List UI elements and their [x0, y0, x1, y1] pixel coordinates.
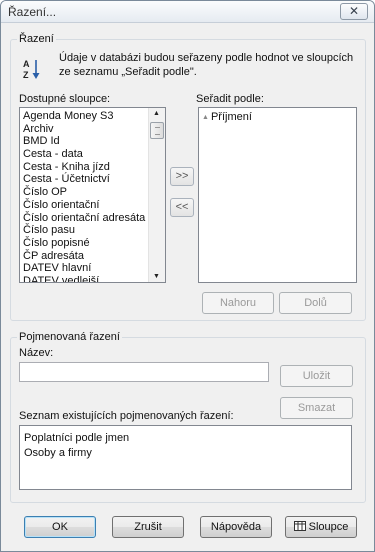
add-column-button[interactable]: >> — [170, 167, 194, 186]
available-columns-label: Dostupné sloupce: — [19, 93, 111, 105]
svg-text:Z: Z — [23, 70, 29, 80]
available-list-scrollbar[interactable]: ▲ ▼ — [148, 108, 165, 282]
svg-text:A: A — [23, 59, 30, 69]
sort-az-icon: A Z — [23, 59, 40, 80]
sort-description: Údaje v databázi budou seřazeny podle ho… — [59, 52, 354, 78]
named-sorts-list[interactable]: Poplatníci podle jmen Osoby a firmy — [19, 425, 352, 490]
columns-button-label: Sloupce — [308, 521, 349, 533]
delete-button[interactable]: Smazat — [280, 397, 353, 419]
available-column-item[interactable]: Číslo orientační — [23, 199, 147, 212]
available-column-item[interactable]: Cesta - data — [23, 148, 147, 161]
available-column-item[interactable]: Číslo OP — [23, 186, 147, 199]
available-column-item[interactable]: DATEV hlavní — [23, 262, 147, 275]
sort-dialog: Řazení... ✕ Řazení A Z Údaje v databázi … — [0, 0, 375, 552]
columns-button[interactable]: Sloupce — [285, 516, 357, 538]
available-column-item[interactable]: BMD Id — [23, 135, 147, 148]
available-column-item[interactable]: ČP adresáta — [23, 250, 147, 263]
name-label: Název: — [19, 347, 54, 359]
ok-button[interactable]: OK — [24, 516, 96, 538]
remove-column-button[interactable]: << — [170, 198, 194, 217]
help-button[interactable]: Nápověda — [200, 516, 272, 538]
name-input[interactable] — [19, 362, 269, 382]
named-sorts-legend: Pojmenovaná řazení — [17, 331, 122, 343]
available-column-item[interactable]: Číslo pasu — [23, 224, 147, 237]
named-sort-item[interactable]: Poplatníci podle jmen — [24, 431, 333, 446]
scroll-down-icon[interactable]: ▼ — [153, 273, 160, 280]
ascending-triangle-icon: ▲ — [202, 114, 209, 121]
available-columns-list[interactable]: Agenda Money S3 Archiv BMD Id Cesta - data C… — [19, 107, 166, 283]
available-column-item[interactable]: Cesta - Účetnictví — [23, 173, 147, 186]
move-down-button[interactable]: Dolů — [279, 292, 352, 314]
sort-by-item[interactable]: ▲ Příjmení — [202, 111, 338, 124]
named-list-label: Seznam existujících pojmenovaných řazení… — [19, 410, 234, 422]
close-button[interactable]: ✕ — [340, 3, 368, 20]
sort-group-legend: Řazení — [17, 33, 56, 45]
save-button[interactable]: Uložit — [280, 365, 353, 387]
scroll-up-icon[interactable]: ▲ — [153, 110, 160, 117]
window-title: Řazení... — [8, 5, 57, 19]
named-sort-item[interactable]: Osoby a firmy — [24, 446, 333, 461]
move-up-button[interactable]: Nahoru — [202, 292, 274, 314]
cancel-button[interactable]: Zrušit — [112, 516, 184, 538]
available-column-item[interactable]: DATEV vedlejší — [23, 275, 147, 282]
sort-by-list[interactable]: ▲ Příjmení — [198, 107, 357, 283]
close-icon: ✕ — [348, 4, 360, 18]
columns-grid-icon — [293, 521, 306, 531]
available-column-item[interactable]: Cesta - Kniha jízd — [23, 161, 147, 174]
available-column-item[interactable]: Archiv — [23, 123, 147, 136]
sort-by-label: Seřadit podle: — [196, 93, 264, 105]
title-bar: Řazení... ✕ — [1, 1, 374, 23]
scroll-thumb[interactable] — [150, 122, 164, 139]
available-column-item[interactable]: Číslo popisné — [23, 237, 147, 250]
sort-by-item-label: Příjmení — [210, 111, 252, 123]
available-column-item[interactable]: Agenda Money S3 — [23, 110, 147, 123]
available-column-item[interactable]: Číslo orientační adresáta — [23, 212, 147, 225]
